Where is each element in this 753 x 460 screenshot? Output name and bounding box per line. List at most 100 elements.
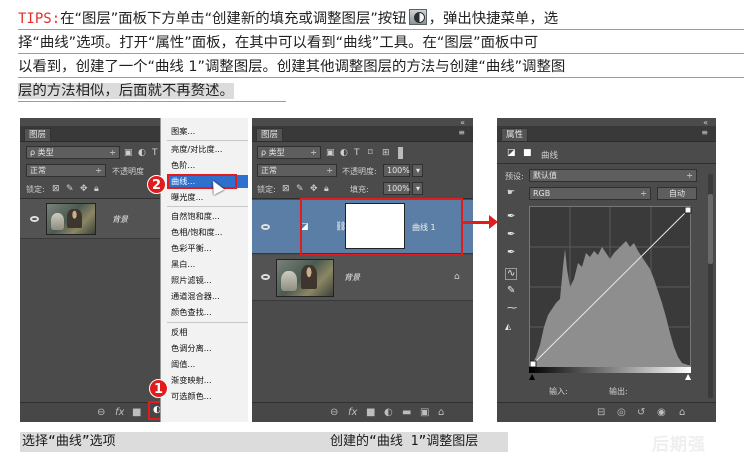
image-filter-icon[interactable]: ▣ bbox=[326, 148, 335, 158]
menu-item-hue-saturation[interactable]: 色相/饱和度... bbox=[161, 226, 248, 239]
tip-text-3: 以看到，创建了一个“曲线 1”调整图层。创建其他调整图层的方法与创建“曲线”调整… bbox=[18, 59, 566, 75]
smooth-icon[interactable]: ⁓ bbox=[507, 304, 517, 314]
trash-icon[interactable]: ⌂ bbox=[438, 408, 444, 418]
tab-properties[interactable]: 属性 bbox=[501, 128, 529, 141]
properties-footer: ⊟ ◎ ↺ ◉ ⌂ bbox=[497, 402, 716, 422]
menu-divider bbox=[167, 206, 248, 207]
brush-icon[interactable]: ✎ bbox=[296, 184, 304, 194]
menu-item-brightness-contrast[interactable]: 亮度/对比度... bbox=[161, 143, 248, 156]
curves-graph[interactable] bbox=[529, 206, 692, 367]
chevron-down-icon: ÷ bbox=[95, 166, 102, 175]
visibility-eye-icon[interactable]: ◉ bbox=[657, 408, 666, 418]
mask-icon[interactable]: ■ bbox=[366, 408, 375, 418]
layer-filter-select[interactable]: ρ 类型 ÷ bbox=[257, 146, 321, 159]
clip-to-layer-icon[interactable]: ⊟ bbox=[597, 408, 605, 418]
trash-icon[interactable]: ⌂ bbox=[679, 408, 685, 418]
curve-point-tool-icon[interactable]: ∿ bbox=[505, 268, 518, 280]
channel-value: RGB bbox=[533, 189, 551, 198]
channel-select[interactable]: RGB ÷ bbox=[529, 187, 651, 200]
filter-label: ρ 类型 bbox=[261, 148, 285, 157]
caption-bar: 选择“曲线”选项 创建的“曲线 1”调整图层 bbox=[20, 432, 508, 452]
target-adjust-icon[interactable]: ☛ bbox=[507, 188, 515, 198]
link-icon[interactable]: ⊖ bbox=[97, 408, 105, 418]
mask-icon[interactable]: ■ bbox=[523, 148, 532, 158]
tab-layers[interactable]: 图层 bbox=[256, 128, 284, 141]
blend-mode-value: 正常 bbox=[30, 166, 46, 175]
brush-icon[interactable]: ✎ bbox=[66, 184, 74, 194]
menu-item-invert[interactable]: 反相 bbox=[161, 326, 248, 339]
layers-panel-result-screenshot: « ≡ 图层 ρ 类型 ÷ ▣ ◐ T ⌑ ⊞ 正常 ÷ 不透明度: 100% ▾ … bbox=[252, 118, 473, 422]
menu-item-vibrance[interactable]: 自然饱和度... bbox=[161, 210, 248, 223]
menu-item-levels[interactable]: 色阶... bbox=[161, 159, 248, 172]
panel-header-label: 曲线 bbox=[541, 151, 559, 161]
panel-menu-icon[interactable]: ≡ bbox=[701, 128, 708, 138]
blend-mode-select[interactable]: 正常 ÷ bbox=[26, 164, 106, 177]
menu-item-exposure[interactable]: 曝光度... bbox=[161, 191, 248, 204]
move-icon[interactable]: ✥ bbox=[310, 184, 318, 194]
visibility-eye-icon[interactable] bbox=[261, 224, 270, 230]
new-layer-icon[interactable]: ▣ bbox=[420, 408, 429, 418]
image-filter-icon[interactable]: ▣ bbox=[124, 148, 133, 158]
menu-item-channel-mixer[interactable]: 通道混合器... bbox=[161, 290, 248, 303]
opacity-input[interactable]: 100% bbox=[383, 164, 410, 177]
lock-icon[interactable]: 🔒︎ bbox=[94, 184, 99, 194]
fx-icon[interactable]: fx bbox=[115, 408, 124, 418]
pencil-icon[interactable]: ✎ bbox=[507, 286, 515, 296]
scrollbar[interactable] bbox=[708, 174, 713, 398]
collapse-icon[interactable]: « bbox=[703, 118, 708, 128]
visibility-eye-icon[interactable] bbox=[30, 216, 39, 222]
adjustment-filter-icon[interactable]: ◐ bbox=[138, 148, 146, 158]
menu-item-selective-color[interactable]: 可选颜色... bbox=[161, 390, 248, 403]
visibility-eye-icon[interactable] bbox=[261, 274, 270, 280]
lock-pixels-icon[interactable]: ⊠ bbox=[52, 184, 60, 194]
chevron-down-icon: ÷ bbox=[310, 148, 317, 157]
filter-toggle-icon[interactable] bbox=[398, 147, 403, 159]
tab-layers[interactable]: 图层 bbox=[24, 128, 52, 141]
lock-icon[interactable]: 🔒︎ bbox=[324, 184, 329, 194]
black-point-slider-icon[interactable]: ▲ bbox=[529, 372, 535, 382]
fill-input[interactable]: 100% bbox=[383, 182, 410, 195]
auto-button[interactable]: 自动 bbox=[657, 187, 697, 200]
eyedropper-white-icon[interactable]: ✒ bbox=[507, 248, 515, 258]
clipping-warning-icon[interactable]: ◭ bbox=[505, 322, 511, 332]
smart-filter-icon[interactable]: ⊞ bbox=[382, 148, 390, 158]
panel-menu-icon[interactable]: ≡ bbox=[458, 128, 465, 138]
tip-text-1b: ，弹出快捷菜单，选 bbox=[428, 11, 559, 27]
eyedropper-black-icon[interactable]: ✒ bbox=[507, 212, 515, 222]
move-icon[interactable]: ✥ bbox=[80, 184, 88, 194]
fx-icon[interactable]: fx bbox=[348, 408, 357, 418]
type-filter-icon[interactable]: T bbox=[354, 148, 360, 158]
fill-dropdown[interactable]: ▾ bbox=[412, 182, 423, 195]
menu-item-threshold[interactable]: 阈值... bbox=[161, 358, 248, 371]
layers-footer: ⊖ fx ■ ◐ ▬ ▣ ⌂ bbox=[252, 402, 473, 422]
lock-pixels-icon[interactable]: ⊠ bbox=[282, 184, 290, 194]
white-point-slider-icon[interactable]: ▲ bbox=[685, 372, 691, 382]
reset-icon[interactable]: ↺ bbox=[637, 408, 645, 418]
chevron-down-icon: ÷ bbox=[326, 166, 333, 175]
shape-filter-icon[interactable]: ⌑ bbox=[368, 148, 373, 158]
type-filter-icon[interactable]: T bbox=[152, 148, 158, 158]
group-icon[interactable]: ▬ bbox=[402, 408, 411, 418]
layer-thumbnail bbox=[46, 203, 96, 235]
adjustment-layer-button-icon[interactable]: ◐ bbox=[384, 408, 393, 418]
link-icon[interactable]: ⊖ bbox=[330, 408, 338, 418]
menu-item-pattern[interactable]: 图案... bbox=[161, 125, 248, 138]
mask-icon[interactable]: ■ bbox=[132, 408, 141, 418]
opacity-dropdown[interactable]: ▾ bbox=[412, 164, 423, 177]
menu-item-gradient-map[interactable]: 渐变映射... bbox=[161, 374, 248, 387]
menu-item-black-white[interactable]: 黑白... bbox=[161, 258, 248, 271]
adjustment-layer-icon bbox=[408, 9, 427, 25]
menu-item-photo-filter[interactable]: 照片滤镜... bbox=[161, 274, 248, 287]
preset-select[interactable]: 默认值 ÷ bbox=[529, 169, 697, 182]
menu-item-posterize[interactable]: 色调分离... bbox=[161, 342, 248, 355]
layer-row-background[interactable]: 背景 ⌂ bbox=[252, 255, 473, 301]
view-previous-icon[interactable]: ◎ bbox=[617, 408, 626, 418]
blend-mode-select[interactable]: 正常 ÷ bbox=[257, 164, 337, 177]
collapse-icon[interactable]: « bbox=[460, 118, 465, 128]
menu-item-color-lookup[interactable]: 颜色查找... bbox=[161, 306, 248, 319]
eyedropper-gray-icon[interactable]: ✒ bbox=[507, 230, 515, 240]
layer-filter-select[interactable]: ρ 类型 ÷ bbox=[26, 146, 120, 159]
adjustment-filter-icon[interactable]: ◐ bbox=[340, 148, 348, 158]
menu-item-color-balance[interactable]: 色彩平衡... bbox=[161, 242, 248, 255]
menu-divider bbox=[167, 140, 248, 141]
